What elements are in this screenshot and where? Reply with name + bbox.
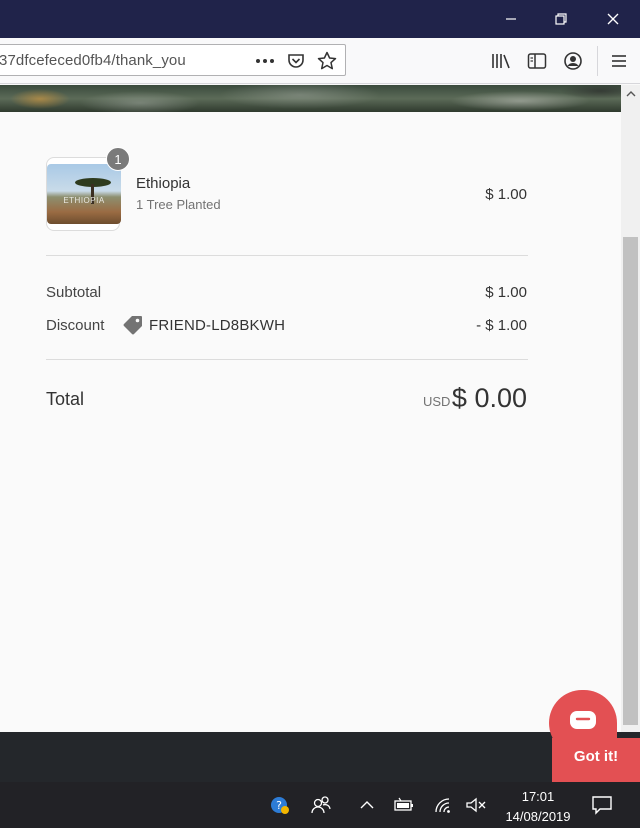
library-icon[interactable]: [488, 48, 514, 74]
product-thumbnail: ETHIOPIA: [46, 157, 121, 231]
pocket-icon[interactable]: [284, 49, 308, 73]
action-center-icon[interactable]: [590, 793, 614, 817]
divider: [46, 359, 528, 360]
sidebar-icon[interactable]: [524, 48, 550, 74]
order-summary: ETHIOPIA 1 Ethiopia 1 Tree Planted $ 1.0…: [0, 112, 621, 732]
subtotal-label: Subtotal: [46, 284, 102, 301]
window-title-bar: [0, 0, 640, 38]
total-label: Total: [46, 389, 85, 409]
people-icon[interactable]: [309, 793, 333, 817]
browser-toolbar: 37dfcefeced0fb4/thank_you: [0, 38, 640, 84]
clock-time[interactable]: 17:01: [510, 789, 566, 804]
product-image: ETHIOPIA: [47, 164, 121, 224]
chevron-up-icon[interactable]: [355, 793, 379, 817]
subtotal-value: $ 1.00: [485, 284, 527, 301]
url-text[interactable]: 37dfcefeced0fb4/thank_you: [0, 52, 186, 69]
product-price: $ 1.00: [485, 186, 527, 203]
currency-code: USD: [423, 394, 451, 409]
chat-icon: [568, 709, 598, 738]
vertical-scrollbar[interactable]: [621, 85, 640, 732]
close-icon[interactable]: [590, 0, 636, 38]
wifi-icon[interactable]: [431, 793, 455, 817]
scrollbar-thumb[interactable]: [623, 237, 638, 725]
clock-date[interactable]: 14/08/2019: [500, 809, 576, 824]
toolbar-separator: [597, 46, 598, 76]
account-icon[interactable]: [560, 48, 586, 74]
page-footer: [0, 732, 640, 782]
hero-image: [0, 85, 621, 112]
discount-value: - $ 1.00: [476, 317, 527, 334]
bookmark-star-icon[interactable]: [315, 49, 339, 73]
page-actions-icon[interactable]: [253, 49, 277, 73]
total-value: $ 0.00: [451, 383, 527, 413]
url-bar[interactable]: 37dfcefeced0fb4/thank_you: [0, 44, 346, 76]
restore-icon[interactable]: [538, 0, 584, 38]
volume-muted-icon[interactable]: [464, 793, 488, 817]
quantity-badge: 1: [106, 147, 130, 171]
got-it-button[interactable]: Got it!: [552, 748, 640, 765]
discount-code: FRIEND-LD8BKWH: [149, 317, 286, 334]
scroll-up-icon[interactable]: [621, 85, 640, 103]
hamburger-menu-icon[interactable]: [606, 48, 632, 74]
battery-icon[interactable]: [392, 793, 416, 817]
product-variant: 1 Tree Planted: [136, 197, 221, 212]
product-name: Ethiopia: [136, 175, 191, 192]
tag-icon: [122, 314, 144, 336]
minimize-icon[interactable]: [488, 0, 534, 38]
product-image-label: ETHIOPIA: [63, 196, 105, 205]
discount-label: Discount: [46, 317, 105, 334]
chat-launcher[interactable]: [549, 690, 617, 756]
windows-update-icon[interactable]: ?: [268, 793, 292, 817]
divider: [46, 255, 528, 256]
